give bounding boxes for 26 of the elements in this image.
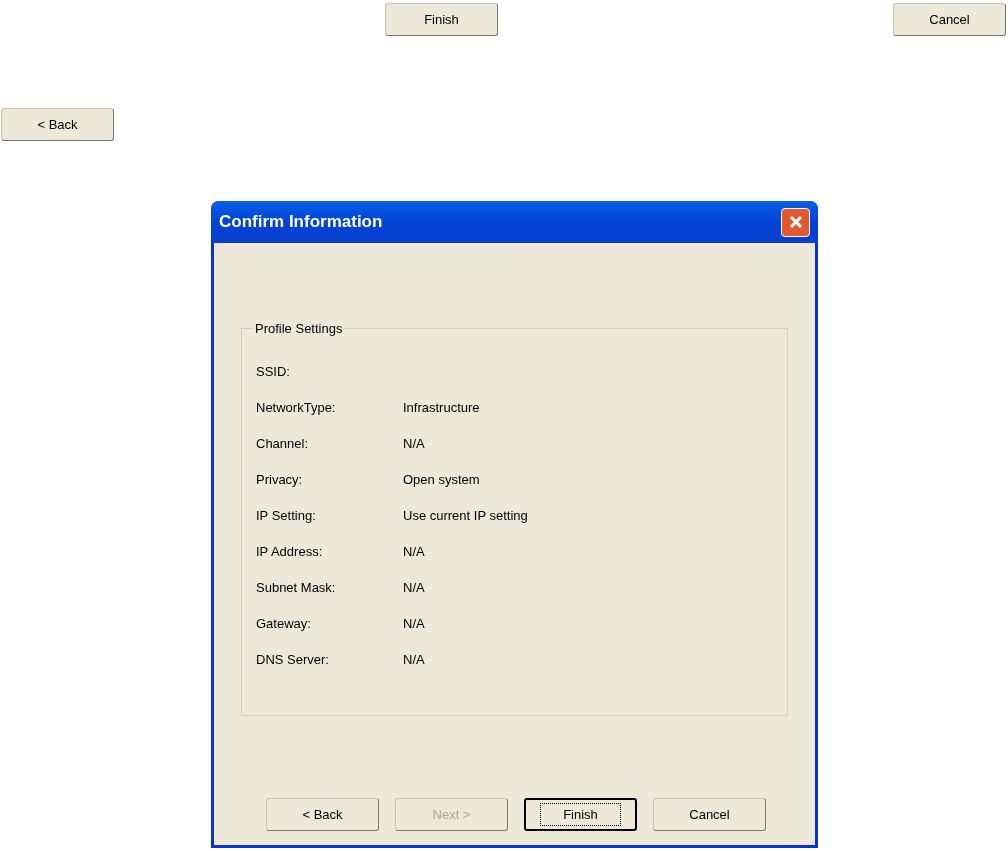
close-icon xyxy=(787,214,804,230)
field-value: Infrastructure xyxy=(403,399,480,418)
dialog-button[interactable]: Cancel xyxy=(653,798,766,831)
field-value: N/A xyxy=(403,579,425,598)
field-value: Use current IP setting xyxy=(403,507,528,526)
field-value: Open system xyxy=(403,471,480,490)
field-value: N/A xyxy=(403,615,425,634)
finish-button[interactable]: Finish xyxy=(385,3,498,36)
field-label: SSID: xyxy=(256,363,291,382)
field-label: Gateway: xyxy=(256,615,312,634)
field-label: DNS Server: xyxy=(256,651,330,670)
cancel-button[interactable]: Cancel xyxy=(893,3,1006,36)
field-label: Subnet Mask: xyxy=(256,579,337,598)
field-value: N/A xyxy=(403,651,425,670)
back-button[interactable]: < Back xyxy=(1,108,114,141)
field-label: NetworkType: xyxy=(256,399,337,418)
field-label: Channel: xyxy=(256,435,310,454)
field-label: IP Address: xyxy=(256,543,324,562)
field-label: Privacy: xyxy=(256,471,304,490)
field-value: N/A xyxy=(403,435,425,454)
close-button[interactable] xyxy=(781,207,810,237)
window-title: Confirm Information xyxy=(219,211,383,234)
field-value: N/A xyxy=(403,543,425,562)
field-label: IP Setting: xyxy=(256,507,317,526)
dialog-button[interactable]: Finish xyxy=(524,798,637,831)
dialog-button[interactable]: < Back xyxy=(266,798,379,831)
